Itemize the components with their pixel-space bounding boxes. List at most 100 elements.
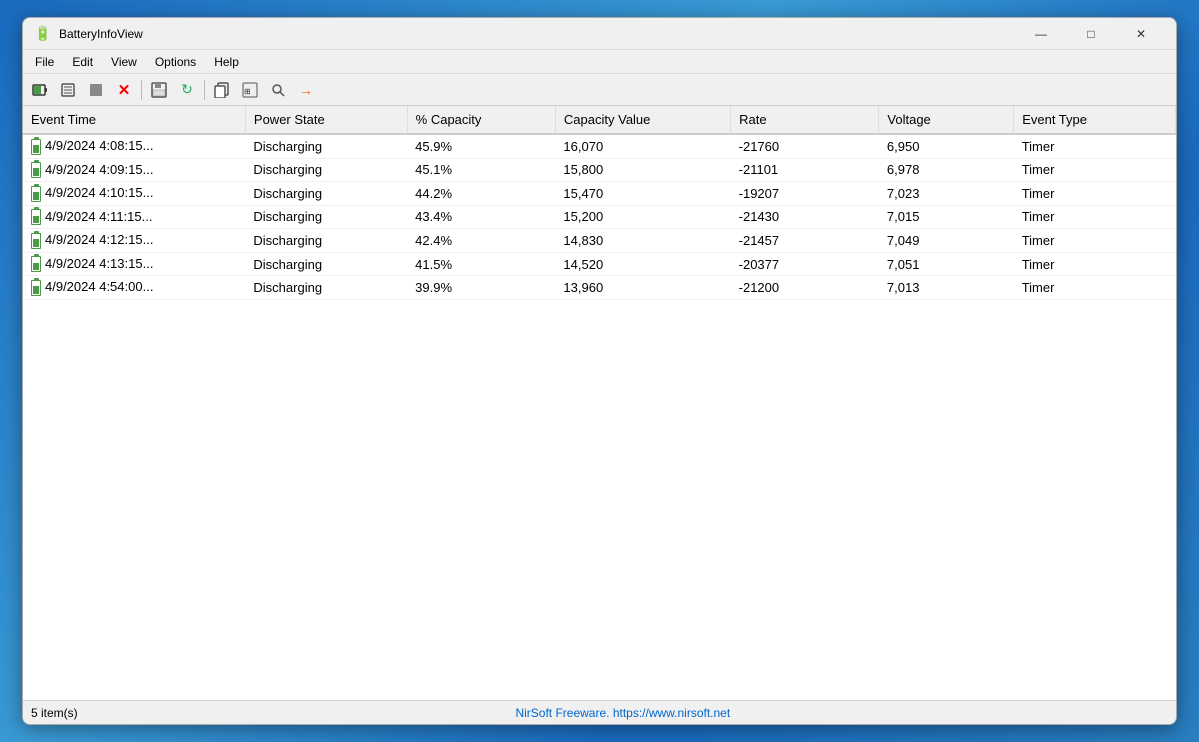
cell-event-time: 4/9/2024 4:08:15... <box>23 134 245 158</box>
table-row[interactable]: 4/9/2024 4:54:00...Discharging39.9%13,96… <box>23 276 1176 300</box>
cell-power-state: Discharging <box>245 229 407 253</box>
nirsoft-link[interactable]: NirSoft Freeware. https://www.nirsoft.ne… <box>78 706 1168 720</box>
cell-rate: -21457 <box>731 229 879 253</box>
col-header-capacity-value[interactable]: Capacity Value <box>555 106 730 134</box>
cell-rate: -20377 <box>731 252 879 276</box>
cell-event-type: Timer <box>1014 229 1176 253</box>
table-row[interactable]: 4/9/2024 4:09:15...Discharging45.1%15,80… <box>23 158 1176 182</box>
cell-pct-capacity: 45.1% <box>407 158 555 182</box>
cell-capacity-value: 15,200 <box>555 205 730 229</box>
cell-voltage: 7,013 <box>879 276 1014 300</box>
toolbar-stop[interactable] <box>83 78 109 102</box>
toolbar-properties[interactable]: → <box>293 78 319 102</box>
cell-pct-capacity: 39.9% <box>407 276 555 300</box>
cell-event-type: Timer <box>1014 205 1176 229</box>
col-header-voltage[interactable]: Voltage <box>879 106 1014 134</box>
cell-rate: -19207 <box>731 182 879 206</box>
content-area: Event Time Power State % Capacity Capaci… <box>23 106 1176 700</box>
battery-row-icon <box>31 139 41 155</box>
cell-capacity-value: 15,470 <box>555 182 730 206</box>
cell-voltage: 7,051 <box>879 252 1014 276</box>
cell-pct-capacity: 43.4% <box>407 205 555 229</box>
cell-power-state: Discharging <box>245 252 407 276</box>
cell-capacity-value: 16,070 <box>555 134 730 158</box>
minimize-button[interactable]: — <box>1018 20 1064 48</box>
toolbar-save[interactable] <box>146 78 172 102</box>
toolbar-web-search[interactable] <box>265 78 291 102</box>
battery-row-icon <box>31 186 41 202</box>
data-table: Event Time Power State % Capacity Capaci… <box>23 106 1176 300</box>
table-header-row: Event Time Power State % Capacity Capaci… <box>23 106 1176 134</box>
cell-capacity-value: 14,520 <box>555 252 730 276</box>
cell-event-time: 4/9/2024 4:54:00... <box>23 276 245 300</box>
cell-pct-capacity: 41.5% <box>407 252 555 276</box>
cell-event-type: Timer <box>1014 252 1176 276</box>
toolbar-battery-info[interactable] <box>27 78 53 102</box>
table-row[interactable]: 4/9/2024 4:12:15...Discharging42.4%14,83… <box>23 229 1176 253</box>
toolbar-copy-html[interactable]: ⊞ <box>237 78 263 102</box>
table-row[interactable]: 4/9/2024 4:13:15...Discharging41.5%14,52… <box>23 252 1176 276</box>
cell-capacity-value: 15,800 <box>555 158 730 182</box>
status-bar: 5 item(s) NirSoft Freeware. https://www.… <box>23 700 1176 724</box>
cell-power-state: Discharging <box>245 205 407 229</box>
col-header-rate[interactable]: Rate <box>731 106 879 134</box>
cell-pct-capacity: 45.9% <box>407 134 555 158</box>
cell-capacity-value: 13,960 <box>555 276 730 300</box>
cell-pct-capacity: 42.4% <box>407 229 555 253</box>
battery-row-icon <box>31 256 41 272</box>
toolbar-refresh[interactable]: ↻ <box>174 78 200 102</box>
cell-power-state: Discharging <box>245 182 407 206</box>
col-header-power-state[interactable]: Power State <box>245 106 407 134</box>
maximize-button[interactable]: □ <box>1068 20 1114 48</box>
cell-event-type: Timer <box>1014 134 1176 158</box>
table-row[interactable]: 4/9/2024 4:08:15...Discharging45.9%16,07… <box>23 134 1176 158</box>
table-row[interactable]: 4/9/2024 4:10:15...Discharging44.2%15,47… <box>23 182 1176 206</box>
cell-pct-capacity: 44.2% <box>407 182 555 206</box>
cell-rate: -21101 <box>731 158 879 182</box>
battery-row-icon <box>31 162 41 178</box>
cell-voltage: 7,049 <box>879 229 1014 253</box>
col-header-event-type[interactable]: Event Type <box>1014 106 1176 134</box>
cell-voltage: 7,015 <box>879 205 1014 229</box>
battery-row-icon <box>31 280 41 296</box>
window-title: BatteryInfoView <box>59 27 1018 41</box>
cell-event-time: 4/9/2024 4:11:15... <box>23 205 245 229</box>
cell-event-time: 4/9/2024 4:10:15... <box>23 182 245 206</box>
cell-power-state: Discharging <box>245 134 407 158</box>
cell-event-type: Timer <box>1014 182 1176 206</box>
cell-event-time: 4/9/2024 4:09:15... <box>23 158 245 182</box>
cell-voltage: 7,023 <box>879 182 1014 206</box>
menu-bar: File Edit View Options Help <box>23 50 1176 74</box>
toolbar-sep1 <box>141 80 142 100</box>
menu-edit[interactable]: Edit <box>64 53 101 71</box>
col-header-event-time[interactable]: Event Time <box>23 106 245 134</box>
cell-power-state: Discharging <box>245 276 407 300</box>
table-row[interactable]: 4/9/2024 4:11:15...Discharging43.4%15,20… <box>23 205 1176 229</box>
cell-rate: -21430 <box>731 205 879 229</box>
app-icon: 🔋 <box>35 26 51 42</box>
menu-help[interactable]: Help <box>206 53 247 71</box>
cell-event-type: Timer <box>1014 276 1176 300</box>
cell-voltage: 6,950 <box>879 134 1014 158</box>
svg-text:⊞: ⊞ <box>244 87 251 96</box>
battery-row-icon <box>31 209 41 225</box>
table-container[interactable]: Event Time Power State % Capacity Capaci… <box>23 106 1176 700</box>
col-header-pct-capacity[interactable]: % Capacity <box>407 106 555 134</box>
toolbar-delete[interactable]: ✕ <box>111 78 137 102</box>
cell-event-time: 4/9/2024 4:12:15... <box>23 229 245 253</box>
cell-event-type: Timer <box>1014 158 1176 182</box>
cell-event-time: 4/9/2024 4:13:15... <box>23 252 245 276</box>
menu-view[interactable]: View <box>103 53 145 71</box>
toolbar-copy[interactable] <box>209 78 235 102</box>
window-controls: — □ ✕ <box>1018 20 1164 48</box>
cell-voltage: 6,978 <box>879 158 1014 182</box>
menu-file[interactable]: File <box>27 53 62 71</box>
title-bar: 🔋 BatteryInfoView — □ ✕ <box>23 18 1176 50</box>
items-count: 5 item(s) <box>31 706 78 720</box>
cell-rate: -21760 <box>731 134 879 158</box>
close-button[interactable]: ✕ <box>1118 20 1164 48</box>
cell-capacity-value: 14,830 <box>555 229 730 253</box>
cell-power-state: Discharging <box>245 158 407 182</box>
toolbar-log-view[interactable] <box>55 78 81 102</box>
menu-options[interactable]: Options <box>147 53 204 71</box>
